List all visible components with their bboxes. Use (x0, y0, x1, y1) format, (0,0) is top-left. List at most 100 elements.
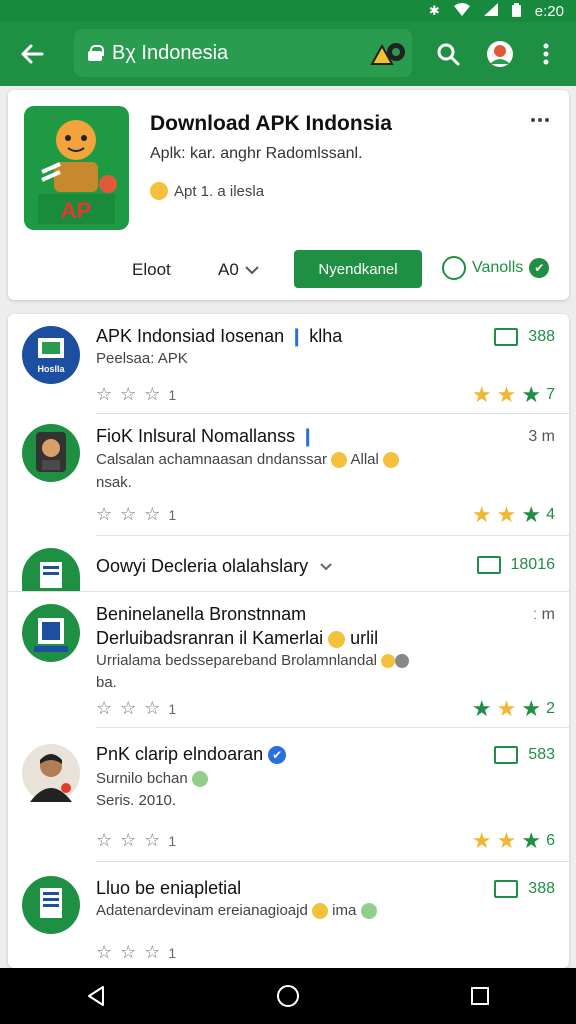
square-recents-icon (471, 987, 489, 1005)
list-item[interactable]: Lluo be eniapletial Adatenardevinam erei… (8, 862, 569, 968)
avatar (22, 424, 80, 482)
signal-icon (483, 3, 498, 19)
screen-icon (494, 880, 519, 898)
app-card-actions: Eloot A0 Nyendkanel Vanolls ✔ (8, 250, 569, 290)
status-bar: ✱ e:20 (0, 0, 576, 22)
triangle-back-icon (88, 986, 104, 1006)
avatar (22, 876, 80, 934)
star-outline-icon: ☆ (120, 504, 137, 524)
item-social: ☆ ☆ ☆ 1 (96, 504, 177, 524)
item-time: ː m (532, 606, 555, 623)
circle-home-icon (277, 985, 299, 1007)
item-rating: ★ ★ ★ 2 (471, 696, 555, 721)
arrow-left-icon (21, 44, 44, 64)
avatar: Hoslla (22, 326, 80, 384)
item-subtitle: Surnilo bchan (96, 770, 208, 788)
star-outline-icon: ☆ (120, 698, 137, 718)
item-count: 388 (494, 880, 555, 898)
url-text: Bχ Indonesia (112, 41, 229, 64)
item-social: ☆ ☆ ☆ 1 (96, 942, 177, 962)
item-title: Beninelanella Bronstnnam (96, 604, 307, 624)
app-icon-label: AP (61, 198, 92, 223)
item-subtitle: Peelsaa: APK (96, 350, 188, 367)
app-meta-text: Apt 1. a ilesla (174, 182, 265, 200)
more-vertical-icon (543, 43, 549, 65)
battery-icon (511, 2, 521, 20)
item-title: APK Indonsiad Iosenan ❙ klha (96, 326, 343, 346)
item-title: Oowyi Decleria olalahslary (96, 556, 333, 577)
item-subtitle-2: nsak. (96, 474, 132, 491)
chevron-down-icon (244, 266, 259, 275)
item-social: ☆ ☆ ☆ 1 (96, 384, 177, 404)
item-title: Lluo be eniapletial (96, 878, 242, 898)
list-item[interactable]: Oowyi Decleria olalahslary 18016 (8, 536, 569, 592)
share-icon: ☆ (144, 698, 161, 718)
profile-avatar-icon (487, 41, 513, 67)
install-button[interactable]: Nyendkanel (294, 250, 422, 288)
item-subtitle-2: ba. (96, 674, 117, 691)
profile-button[interactable] (476, 22, 524, 86)
item-rating: ★ ★ ★ 6 (471, 828, 555, 853)
item-social: ☆ ☆ ☆ 1 (96, 830, 177, 850)
item-time: 3 m (528, 428, 555, 445)
verify-button[interactable]: Vanolls ✔ (442, 256, 550, 280)
verified-badge-icon: ✔ (268, 746, 287, 765)
results-list: Hoslla APK Indonsiad Iosenan ❙ klha Peel… (8, 314, 569, 968)
item-count: 388 (494, 328, 555, 346)
verify-label: Vanolls (472, 259, 524, 276)
nav-back-button[interactable] (66, 968, 126, 1024)
share-icon: ☆ (144, 942, 161, 962)
item-title: PnK clarip elndoaran ✔ (96, 744, 287, 765)
item-count: 583 (494, 746, 555, 764)
search-icon (437, 43, 460, 66)
app-card: AP Download APK Indonsia Aplk: kar. angh… (8, 90, 569, 300)
list-item[interactable]: PnK clarip elndoaran ✔ Surnilo bchan Ser… (8, 728, 569, 862)
thumb-icon: ☆ (96, 830, 113, 850)
item-subtitle: Calsalan achamnaasan dndanssar Allal (96, 451, 400, 469)
check-icon: ✔ (529, 258, 550, 278)
item-rating: ★ ★ ★ 4 (471, 502, 555, 527)
extension-icon[interactable] (368, 38, 408, 68)
item-title: FioK Inlsural Nomallanss ❙ (96, 426, 316, 446)
action-mid[interactable]: A0 (218, 260, 260, 280)
svg-text:Hoslla: Hoslla (37, 364, 65, 374)
url-bar[interactable]: Bχ Indonesia (74, 29, 412, 77)
list-item[interactable]: Hoslla APK Indonsiad Iosenan ❙ klha Peel… (8, 314, 569, 414)
screen-icon (476, 556, 501, 574)
share-icon: ☆ (144, 504, 161, 524)
nav-home-button[interactable] (258, 968, 318, 1024)
app-icon: AP (24, 106, 129, 230)
nav-recents-button[interactable] (450, 968, 510, 1024)
thumb-icon: ☆ (96, 942, 113, 962)
back-button[interactable] (0, 22, 64, 86)
item-subtitle-2: Seris. 2010. (96, 792, 177, 809)
verify-ring-icon (442, 256, 466, 280)
search-button[interactable] (424, 22, 472, 86)
wifi-icon (453, 3, 470, 19)
system-nav-bar (0, 968, 576, 1024)
app-card-menu-button[interactable] (531, 118, 551, 126)
bluetooth-icon: ✱ (428, 3, 440, 18)
star-outline-icon: ☆ (120, 942, 137, 962)
share-icon: ☆ (144, 384, 161, 404)
app-subtitle: Aplk: kar. anghr Radomlssanl. (150, 145, 363, 162)
screen-icon (494, 328, 519, 346)
lock-icon (88, 45, 104, 61)
app-title: Download APK Indonsia (150, 112, 392, 135)
app-meta: Apt 1. a ilesla (150, 182, 264, 200)
thumb-icon: ☆ (96, 384, 113, 404)
star-outline-icon: ☆ (120, 384, 137, 404)
browser-toolbar: Bχ Indonesia (0, 22, 576, 86)
avatar (22, 604, 80, 662)
thumb-icon: ☆ (96, 698, 113, 718)
share-icon: ☆ (144, 830, 161, 850)
action-left[interactable]: Eloot (132, 260, 171, 280)
list-item[interactable]: FioK Inlsural Nomallanss ❙ Calsalan acha… (8, 414, 569, 536)
thumb-icon: ☆ (96, 504, 113, 524)
avatar (22, 744, 80, 802)
overflow-menu-button[interactable] (522, 22, 570, 86)
list-item[interactable]: Beninelanella Bronstnnam Derluibadsranra… (8, 592, 569, 728)
chevron-down-icon (320, 563, 332, 571)
avatar (22, 548, 80, 592)
star-outline-icon: ☆ (120, 830, 137, 850)
